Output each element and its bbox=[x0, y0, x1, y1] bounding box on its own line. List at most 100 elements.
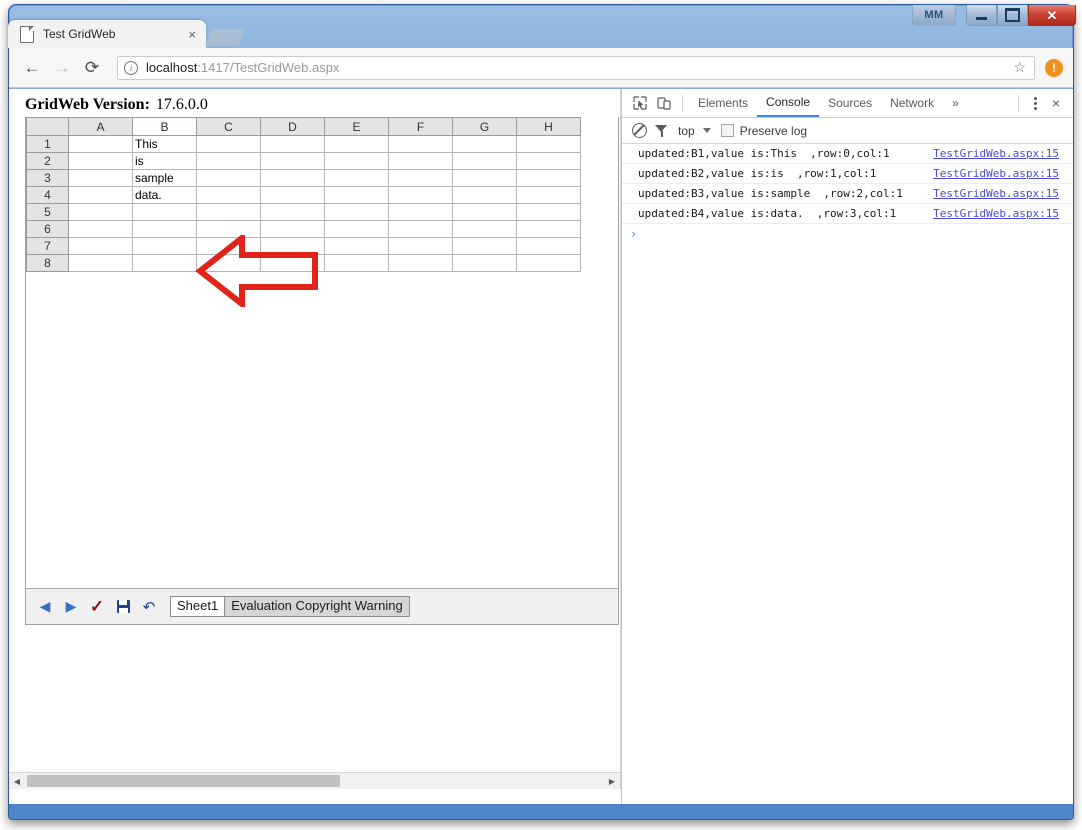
cell-g7[interactable] bbox=[452, 237, 517, 255]
inspect-element-icon[interactable] bbox=[628, 91, 652, 115]
cell-c8[interactable] bbox=[196, 254, 261, 272]
cell-b2[interactable]: is bbox=[132, 152, 197, 170]
cell-h3[interactable] bbox=[516, 169, 581, 187]
cell-h1[interactable] bbox=[516, 135, 581, 153]
cell-d4[interactable] bbox=[260, 186, 325, 204]
cell-e4[interactable] bbox=[324, 186, 389, 204]
cell-b8[interactable] bbox=[132, 254, 197, 272]
console-message-source-link[interactable]: TestGridWeb.aspx:15 bbox=[933, 147, 1059, 160]
cell-b7[interactable] bbox=[132, 237, 197, 255]
cell-b5[interactable] bbox=[132, 203, 197, 221]
cell-h5[interactable] bbox=[516, 203, 581, 221]
row-header-6[interactable]: 6 bbox=[26, 220, 69, 238]
reload-button-icon[interactable]: ⟳ bbox=[79, 55, 105, 81]
cell-h6[interactable] bbox=[516, 220, 581, 238]
save-icon[interactable] bbox=[112, 596, 134, 618]
cell-g8[interactable] bbox=[452, 254, 517, 272]
cell-e8[interactable] bbox=[324, 254, 389, 272]
kebab-menu-icon[interactable] bbox=[1025, 93, 1045, 113]
cell-c2[interactable] bbox=[196, 152, 261, 170]
cell-a3[interactable] bbox=[68, 169, 133, 187]
cell-b6[interactable] bbox=[132, 220, 197, 238]
cell-g4[interactable] bbox=[452, 186, 517, 204]
minimize-button[interactable] bbox=[966, 5, 997, 26]
column-header-d[interactable]: D bbox=[260, 117, 325, 136]
cell-f3[interactable] bbox=[388, 169, 453, 187]
devtools-tab-elements[interactable]: Elements bbox=[689, 91, 757, 116]
devtools-tab-network[interactable]: Network bbox=[881, 91, 943, 116]
cell-a6[interactable] bbox=[68, 220, 133, 238]
back-button-icon[interactable]: ← bbox=[19, 55, 45, 81]
cell-c5[interactable] bbox=[196, 203, 261, 221]
cell-g2[interactable] bbox=[452, 152, 517, 170]
preserve-log-label[interactable]: Preserve log bbox=[740, 124, 807, 138]
column-header-f[interactable]: F bbox=[388, 117, 453, 136]
cell-h2[interactable] bbox=[516, 152, 581, 170]
cell-e1[interactable] bbox=[324, 135, 389, 153]
cell-b4[interactable]: data. bbox=[132, 186, 197, 204]
cell-g3[interactable] bbox=[452, 169, 517, 187]
cell-h7[interactable] bbox=[516, 237, 581, 255]
console-message-row[interactable]: updated:B2,value is:is ,row:1,col:1 Test… bbox=[622, 164, 1073, 184]
cell-d2[interactable] bbox=[260, 152, 325, 170]
devtools-tabs-overflow-icon[interactable]: » bbox=[943, 91, 968, 116]
close-window-button[interactable]: ✕ bbox=[1028, 5, 1076, 26]
column-header-a[interactable]: A bbox=[68, 117, 133, 136]
cell-e6[interactable] bbox=[324, 220, 389, 238]
cell-h4[interactable] bbox=[516, 186, 581, 204]
column-header-e[interactable]: E bbox=[324, 117, 389, 136]
cell-f7[interactable] bbox=[388, 237, 453, 255]
address-bar[interactable]: i localhost:1417/TestGridWeb.aspx ☆ bbox=[117, 55, 1035, 80]
cell-g5[interactable] bbox=[452, 203, 517, 221]
console-message-row[interactable]: updated:B3,value is:sample ,row:2,col:1 … bbox=[622, 184, 1073, 204]
devtools-tab-console[interactable]: Console bbox=[757, 90, 820, 117]
column-header-h[interactable]: H bbox=[516, 117, 581, 136]
previous-sheet-icon[interactable]: ◀ bbox=[34, 596, 56, 618]
console-message-source-link[interactable]: TestGridWeb.aspx:15 bbox=[933, 167, 1059, 180]
maximize-button[interactable] bbox=[997, 5, 1028, 26]
scroll-left-arrow-icon[interactable]: ◀ bbox=[9, 773, 25, 789]
sheet-tab-evaluation-warning[interactable]: Evaluation Copyright Warning bbox=[224, 596, 410, 617]
cell-c1[interactable] bbox=[196, 135, 261, 153]
cell-e2[interactable] bbox=[324, 152, 389, 170]
cell-f2[interactable] bbox=[388, 152, 453, 170]
cell-b1[interactable]: This bbox=[132, 135, 197, 153]
cell-c7[interactable] bbox=[196, 237, 261, 255]
update-alert-icon[interactable]: ! bbox=[1045, 58, 1063, 77]
bookmark-star-icon[interactable]: ☆ bbox=[1013, 59, 1028, 76]
row-header-8[interactable]: 8 bbox=[26, 254, 69, 272]
console-message-source-link[interactable]: TestGridWeb.aspx:15 bbox=[933, 207, 1059, 220]
row-header-7[interactable]: 7 bbox=[26, 237, 69, 255]
spreadsheet-grid[interactable]: A B C D E F G H 1 This 2 is 3 sample 4 d… bbox=[26, 117, 581, 272]
row-header-2[interactable]: 2 bbox=[26, 152, 69, 170]
user-profile-button[interactable]: MM bbox=[912, 5, 956, 26]
clear-console-icon[interactable] bbox=[632, 123, 647, 138]
cell-c3[interactable] bbox=[196, 169, 261, 187]
cell-d6[interactable] bbox=[260, 220, 325, 238]
column-header-c[interactable]: C bbox=[196, 117, 261, 136]
device-toolbar-icon[interactable] bbox=[652, 91, 676, 115]
filter-icon[interactable] bbox=[655, 124, 668, 137]
cell-a1[interactable] bbox=[68, 135, 133, 153]
console-input-prompt[interactable]: › bbox=[622, 224, 1073, 244]
cell-e3[interactable] bbox=[324, 169, 389, 187]
column-header-g[interactable]: G bbox=[452, 117, 517, 136]
cell-d5[interactable] bbox=[260, 203, 325, 221]
cell-a7[interactable] bbox=[68, 237, 133, 255]
cell-f8[interactable] bbox=[388, 254, 453, 272]
row-header-1[interactable]: 1 bbox=[26, 135, 69, 153]
cell-f1[interactable] bbox=[388, 135, 453, 153]
page-horizontal-scrollbar[interactable]: ◀ ▶ bbox=[9, 772, 620, 789]
devtools-close-icon[interactable]: × bbox=[1045, 92, 1067, 114]
browser-tab-test-gridweb[interactable]: Test GridWeb × bbox=[8, 20, 206, 48]
console-context-label[interactable]: top bbox=[678, 124, 695, 138]
submit-icon[interactable]: ✓ bbox=[86, 596, 108, 618]
console-message-row[interactable]: updated:B4,value is:data. ,row:3,col:1 T… bbox=[622, 204, 1073, 224]
cell-e7[interactable] bbox=[324, 237, 389, 255]
next-sheet-icon[interactable]: ▶ bbox=[60, 596, 82, 618]
cell-a4[interactable] bbox=[68, 186, 133, 204]
cell-g6[interactable] bbox=[452, 220, 517, 238]
cell-b3[interactable]: sample bbox=[132, 169, 197, 187]
chevron-down-icon[interactable] bbox=[702, 128, 711, 133]
cell-d3[interactable] bbox=[260, 169, 325, 187]
